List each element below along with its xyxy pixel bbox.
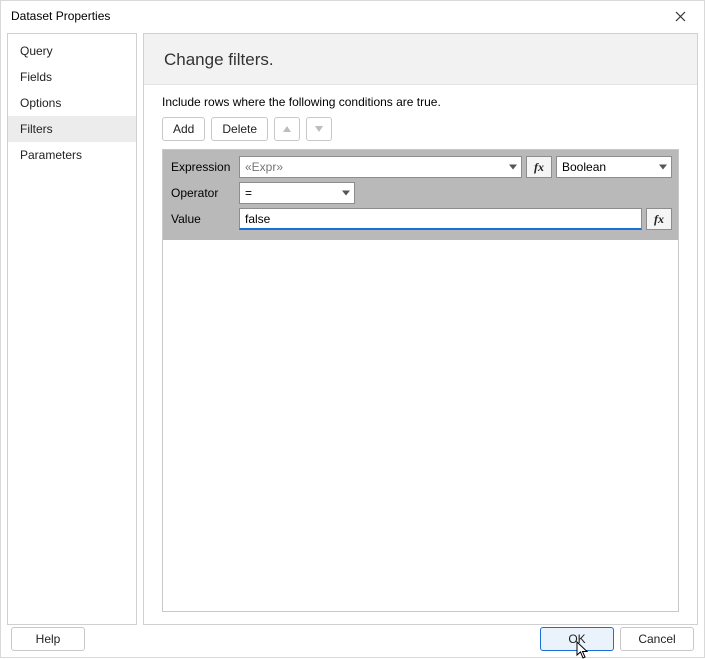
datatype-input[interactable] xyxy=(556,156,672,178)
filter-toolbar: Add Delete xyxy=(162,117,679,141)
fx-icon: fx xyxy=(534,160,544,175)
dataset-properties-dialog: Dataset Properties Query Fields Options … xyxy=(0,0,705,658)
cancel-button[interactable]: Cancel xyxy=(620,627,694,651)
ok-button[interactable]: OK xyxy=(540,627,614,651)
move-up-button[interactable] xyxy=(274,117,300,141)
panel-content: Include rows where the following conditi… xyxy=(144,85,697,624)
help-button[interactable]: Help xyxy=(11,627,85,651)
sidebar-item-label: Query xyxy=(20,44,53,58)
datatype-combo[interactable] xyxy=(556,156,672,178)
expression-row: Expression fx xyxy=(169,156,672,178)
close-icon xyxy=(675,11,686,22)
sidebar-item-query[interactable]: Query xyxy=(8,38,136,64)
sidebar-item-options[interactable]: Options xyxy=(8,90,136,116)
sidebar-item-label: Fields xyxy=(20,70,52,84)
sidebar: Query Fields Options Filters Parameters xyxy=(7,33,137,625)
arrow-down-icon xyxy=(315,126,323,132)
operator-row: Operator xyxy=(169,182,672,204)
sidebar-item-parameters[interactable]: Parameters xyxy=(8,142,136,168)
expression-label: Expression xyxy=(169,160,235,174)
sidebar-item-fields[interactable]: Fields xyxy=(8,64,136,90)
fx-icon: fx xyxy=(654,212,664,227)
operator-label: Operator xyxy=(169,186,235,200)
delete-button[interactable]: Delete xyxy=(211,117,268,141)
sidebar-item-label: Filters xyxy=(20,122,53,136)
sidebar-item-label: Parameters xyxy=(20,148,82,162)
move-down-button[interactable] xyxy=(306,117,332,141)
close-button[interactable] xyxy=(664,4,696,28)
filter-blank-area xyxy=(163,240,678,611)
operator-combo[interactable] xyxy=(239,182,355,204)
titlebar: Dataset Properties xyxy=(1,1,704,31)
main-panel: Change filters. Include rows where the f… xyxy=(143,33,698,625)
sidebar-item-label: Options xyxy=(20,96,61,110)
expression-combo[interactable] xyxy=(239,156,522,178)
filter-editor: Expression fx xyxy=(162,149,679,612)
dialog-title: Dataset Properties xyxy=(11,9,110,23)
instruction-text: Include rows where the following conditi… xyxy=(162,95,679,109)
value-label: Value xyxy=(169,212,235,226)
operator-input[interactable] xyxy=(239,182,355,204)
panel-heading: Change filters. xyxy=(144,34,697,85)
add-button[interactable]: Add xyxy=(162,117,205,141)
arrow-up-icon xyxy=(283,126,291,132)
sidebar-item-filters[interactable]: Filters xyxy=(8,116,136,142)
expression-fx-button[interactable]: fx xyxy=(526,156,552,178)
value-fx-button[interactable]: fx xyxy=(646,208,672,230)
value-row: Value fx xyxy=(169,208,672,230)
expression-input[interactable] xyxy=(239,156,522,178)
filter-form: Expression fx xyxy=(163,150,678,240)
dialog-footer: Help OK Cancel xyxy=(1,625,704,653)
value-input[interactable] xyxy=(239,208,642,230)
